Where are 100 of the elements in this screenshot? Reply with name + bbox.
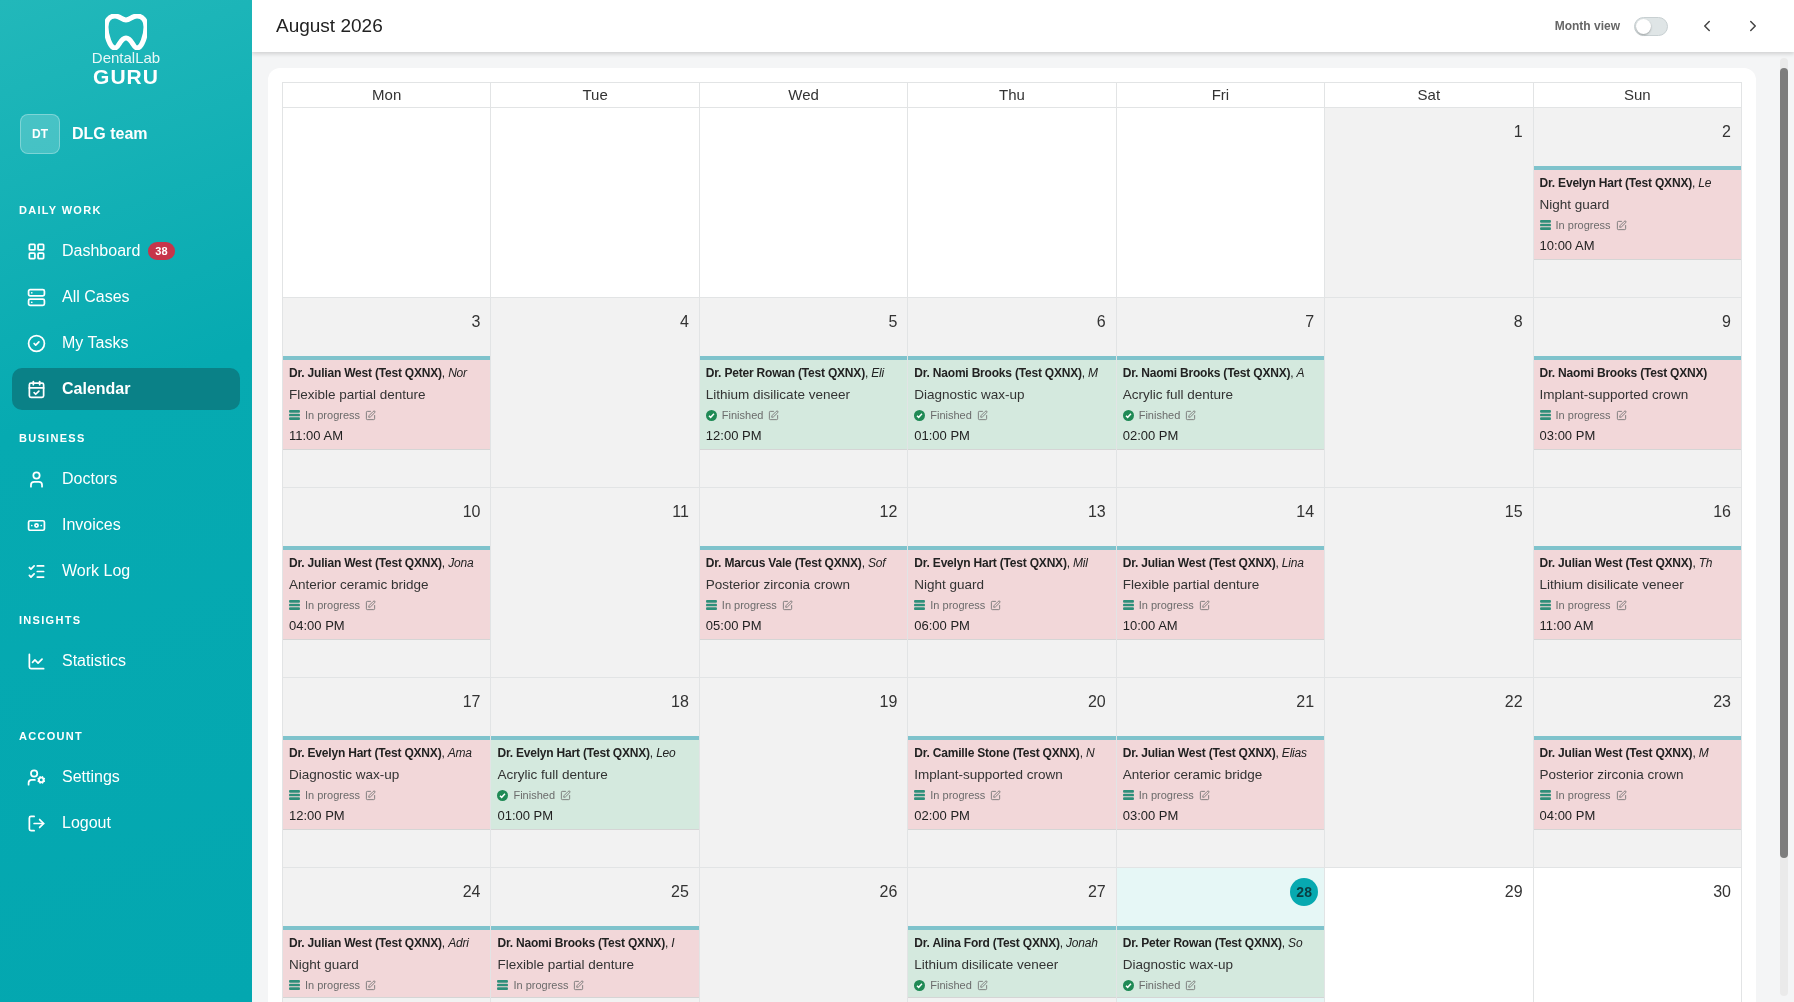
appointment-card[interactable]: Dr. Alina Ford (Test QXNX), Jonah Lithium disilicate veneer Finished (908, 926, 1116, 998)
day-cell[interactable]: 2 Dr. Evelyn Hart (Test QXNX), Le Night guard In progress 10:00 AM (1533, 108, 1742, 298)
stack-icon (497, 980, 509, 990)
day-cell[interactable] (1116, 108, 1326, 298)
day-cell[interactable]: 11 (491, 488, 700, 678)
nav-label: Settings (62, 768, 120, 786)
procedure-name: Implant-supported crown (914, 766, 1064, 784)
person-icon (27, 469, 46, 489)
appointment-card[interactable]: Dr. Evelyn Hart (Test QXNX), Mil Night guard In progress 06:00 PM (908, 546, 1116, 640)
today-marker: 28 (1290, 878, 1319, 906)
day-cell[interactable]: 4 (491, 298, 700, 488)
nav-item[interactable]: Dashboard 38 (12, 230, 240, 272)
appointment-card[interactable]: Dr. Julian West (Test QXNX), Th Lithium disilicate veneer In progress 11:00 AM (1533, 546, 1741, 640)
appointment-card[interactable]: Dr. Julian West (Test QXNX), Adri Night guard In progress (283, 926, 491, 998)
appointment-card[interactable]: Dr. Naomi Brooks (Test QXNX), I Flexible partial denture In progress (491, 926, 699, 998)
appointment-card[interactable]: Dr. Julian West (Test QXNX), Lina Flexible partial denture In progress 10:00 AM (1116, 546, 1325, 640)
day-cell[interactable]: 21 Dr. Julian West (Test QXNX), Elias Anterior ceramic bridge In progress 03:00 PM (1116, 678, 1326, 868)
appointment-time: 11:00 AM (1539, 617, 1595, 635)
edit-icon[interactable] (1615, 599, 1627, 611)
appointment-card[interactable]: Dr. Julian West (Test QXNX), Elias Anterior ceramic bridge In progress 03:00 PM (1116, 736, 1325, 830)
edit-icon[interactable] (365, 599, 377, 611)
edit-icon[interactable] (365, 409, 377, 421)
edit-icon[interactable] (573, 979, 585, 991)
day-cell[interactable]: 19 (699, 678, 909, 868)
scrollbar[interactable] (1780, 58, 1788, 996)
edit-icon[interactable] (781, 599, 793, 611)
day-cell[interactable] (283, 108, 492, 298)
nav-item[interactable]: Calendar (12, 368, 240, 410)
day-cell[interactable] (491, 108, 700, 298)
day-cell[interactable]: 12 Dr. Marcus Vale (Test QXNX), Sof Posterior zirconia crown In progress 05:00 PM (699, 488, 909, 678)
day-cell[interactable]: 27 Dr. Alina Ford (Test QXNX), Jonah Lithium disilicate veneer Finished (908, 868, 1117, 1002)
day-cell[interactable]: 9 Dr. Naomi Brooks (Test QXNX) Implant-supported crown In progress 03:00 PM (1533, 298, 1742, 488)
appointment-card[interactable]: Dr. Julian West (Test QXNX), M Posterior zirconia crown In progress 04:00 PM (1533, 736, 1741, 830)
day-cell[interactable]: 5 Dr. Peter Rowan (Test QXNX), Eli Lithium disilicate veneer Finished 12:00 PM (699, 298, 909, 488)
edit-icon[interactable] (976, 979, 988, 991)
day-cell[interactable]: 6 Dr. Naomi Brooks (Test QXNX), M Diagnostic wax-up Finished 01:00 PM (908, 298, 1117, 488)
day-cell[interactable]: 13 Dr. Evelyn Hart (Test QXNX), Mil Night guard In progress 06:00 PM (908, 488, 1117, 678)
scroll-thumb[interactable] (1780, 68, 1788, 858)
edit-icon[interactable] (1615, 409, 1627, 421)
day-cell[interactable]: 3 Dr. Julian West (Test QXNX), Nor Flexible partial denture In progress 11:00 AM (283, 298, 492, 488)
edit-icon[interactable] (976, 409, 988, 421)
day-number: 2 (1722, 122, 1731, 142)
appointment-card[interactable]: Dr. Camille Stone (Test QXNX), N Implant-supported crown In progress 02:00 PM (908, 736, 1116, 830)
procedure-name: Implant-supported crown (1539, 386, 1690, 404)
procedure-name: Posterior zirconia crown (705, 576, 851, 594)
edit-icon[interactable] (365, 979, 377, 991)
edit-icon[interactable] (990, 789, 1002, 801)
edit-icon[interactable] (990, 599, 1002, 611)
appointment-card[interactable]: Dr. Naomi Brooks (Test QXNX), A Acrylic full denture Finished 02:00 PM (1116, 356, 1325, 450)
edit-icon[interactable] (1185, 979, 1197, 991)
day-cell[interactable]: 14 Dr. Julian West (Test QXNX), Lina Flexible partial denture In progress 10:00 AM (1116, 488, 1326, 678)
appointment-card[interactable]: Dr. Evelyn Hart (Test QXNX), Ama Diagnostic wax-up In progress 12:00 PM (283, 736, 491, 830)
appointment-title: Dr. Julian West (Test QXNX), Elias (1122, 745, 1308, 762)
status-label: In progress (305, 409, 361, 421)
appointment-card[interactable]: Dr. Evelyn Hart (Test QXNX), Le Night guard In progress 10:00 AM (1533, 166, 1741, 260)
day-cell[interactable]: 16 Dr. Julian West (Test QXNX), Th Lithium disilicate veneer In progress 11:00 AM (1533, 488, 1742, 678)
appointment-card[interactable]: Dr. Naomi Brooks (Test QXNX), M Diagnostic wax-up Finished 01:00 PM (908, 356, 1116, 450)
day-cell[interactable]: 1 (1325, 108, 1534, 298)
day-number: 22 (1504, 692, 1523, 712)
appointment-card[interactable]: Dr. Marcus Vale (Test QXNX), Sof Posterior zirconia crown In progress 05:00 PM (699, 546, 908, 640)
procedure-name: Lithium disilicate veneer (1539, 576, 1685, 594)
day-cell[interactable]: 15 (1325, 488, 1534, 678)
edit-icon[interactable] (365, 789, 377, 801)
appointment-card[interactable]: Dr. Evelyn Hart (Test QXNX), Leo Acrylic full denture Finished 01:00 PM (491, 736, 699, 830)
status-label: Finished (1138, 979, 1181, 991)
month-title: August 2026 (276, 15, 384, 37)
day-number: 23 (1713, 692, 1731, 712)
day-number: 18 (671, 692, 689, 712)
appointment-card[interactable]: Dr. Julian West (Test QXNX), Jona Anterior ceramic bridge In progress 04:00 PM (283, 546, 491, 640)
day-cell[interactable]: 17 Dr. Evelyn Hart (Test QXNX), Ama Diagnostic wax-up In progress 12:00 PM (283, 678, 492, 868)
day-cell[interactable]: 23 Dr. Julian West (Test QXNX), M Posterior zirconia crown In progress 04:00 PM (1533, 678, 1742, 868)
edit-icon[interactable] (768, 409, 780, 421)
appointment-card[interactable]: Dr. Julian West (Test QXNX), Nor Flexible partial denture In progress 11:00 AM (283, 356, 491, 450)
day-cell[interactable]: 25 Dr. Naomi Brooks (Test QXNX), I Flexible partial denture In progress (491, 868, 700, 1002)
day-cell[interactable]: 22 (1325, 678, 1534, 868)
appointment-card[interactable]: Dr. Peter Rowan (Test QXNX), So Diagnostic wax-up Finished (1116, 926, 1325, 998)
day-cell[interactable]: 8 (1325, 298, 1534, 488)
appointment-card[interactable]: Dr. Naomi Brooks (Test QXNX) Implant-supported crown In progress 03:00 PM (1533, 356, 1741, 450)
stack-icon (1539, 600, 1551, 610)
day-cell[interactable]: 24 Dr. Julian West (Test QXNX), Adri Night guard In progress (283, 868, 492, 1002)
day-cell[interactable]: 20 Dr. Camille Stone (Test QXNX), N Implant-supported crown In progress 02:00 PM (908, 678, 1117, 868)
edit-icon[interactable] (1198, 599, 1210, 611)
check-circle-icon (1122, 409, 1134, 421)
day-cell[interactable]: 28 Dr. Peter Rowan (Test QXNX), So Diagnostic wax-up Finished (1116, 868, 1326, 1002)
edit-icon[interactable] (1615, 789, 1627, 801)
day-cell[interactable] (908, 108, 1117, 298)
edit-icon[interactable] (1615, 219, 1627, 231)
edit-icon[interactable] (1185, 409, 1197, 421)
edit-icon[interactable] (560, 789, 571, 801)
day-cell[interactable]: 10 Dr. Julian West (Test QXNX), Jona Anterior ceramic bridge In progress 04:00 PM (283, 488, 492, 678)
day-cell[interactable]: 26 (699, 868, 909, 1002)
month-view-switch[interactable] (1634, 16, 1668, 36)
day-cell[interactable]: 18 Dr. Evelyn Hart (Test QXNX), Leo Acrylic full denture Finished 01:00 PM (491, 678, 700, 868)
section-title: DAILY WORK (18, 204, 103, 216)
day-number: 5 (888, 312, 898, 332)
count-badge: 38 (148, 242, 175, 260)
appointment-card[interactable]: Dr. Peter Rowan (Test QXNX), Eli Lithium disilicate veneer Finished 12:00 PM (699, 356, 908, 450)
edit-icon[interactable] (1198, 789, 1210, 801)
day-cell[interactable] (699, 108, 909, 298)
day-cell[interactable]: 7 Dr. Naomi Brooks (Test QXNX), A Acrylic full denture Finished 02:00 PM (1116, 298, 1326, 488)
